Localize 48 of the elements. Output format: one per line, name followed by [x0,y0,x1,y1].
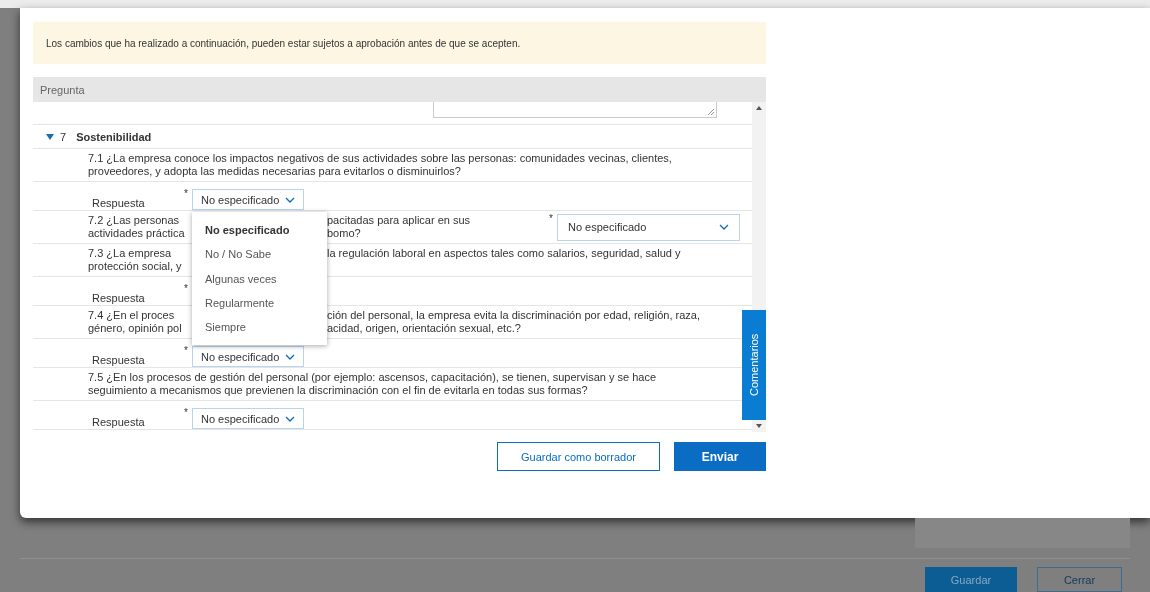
required-mark: * [184,284,189,293]
expand-toggle-icon[interactable] [46,132,54,141]
caret-icon [285,353,296,360]
scroll-up-icon[interactable] [756,106,762,110]
dropdown-option[interactable]: No especificado [192,218,327,243]
answer-dropdown[interactable]: No especificado [557,213,740,241]
caret-icon [285,196,296,203]
question-text-fragment: ción del personal, la empresa evita la discriminación por edad, religión, raza, [327,309,700,322]
scrollbar-end[interactable] [752,420,766,432]
question-text-fragment: acidad, origen, orientación sexual, etc.? [327,322,521,335]
dropdown-option[interactable]: Algunas veces [192,266,327,291]
approval-notice: Los cambios que ha realizado a continuación, pueden estar sujetos a aprobación antes de que se acepten. [33,22,766,64]
question-text: 7.1 ¿La empresa conoce los impactos negativos de sus actividades sobre las personas: comunidades vecinas, clientes, proveedores, y adopta las medidas necesarias para evitarlos o disminuirlos? [88,151,673,179]
save-draft-button[interactable]: Guardar como borrador [497,442,660,471]
answer-label: Respuesta [91,353,146,366]
comments-tab[interactable]: Comentarios [742,310,766,420]
question-text-fragment: género, opinión pol [88,322,183,335]
scroll-down-icon[interactable] [756,424,762,428]
answer-dropdown[interactable]: No especificado [192,408,305,429]
question-text-fragment: bomo? [327,227,361,240]
section-title: Sostenibilidad [76,130,152,143]
dropdown-option[interactable]: Siempre [192,314,327,339]
section-number: 7 [60,130,67,143]
question-text-fragment: protección social, y [88,260,182,273]
required-mark: * [184,346,189,355]
answer-dropdown[interactable]: No especificado [192,346,305,367]
question-text-fragment: 7.3 ¿La empresa [88,247,173,260]
answer-dropdown[interactable]: No especificado [192,189,305,210]
required-mark: * [184,189,189,198]
answer-label: Respuesta [91,415,146,428]
answer-label: Respuesta [91,291,146,304]
required-mark: * [549,213,554,223]
question-text-fragment: la regulación laboral en aspectos tales como salarios, seguridad, salud y [327,247,681,260]
answer-label: Respuesta [91,196,146,209]
submit-button[interactable]: Enviar [674,442,766,471]
question-text-fragment: actividades práctica [88,227,186,240]
question-text: 7.5 ¿En los procesos de gestión del personal (por ejemplo: ascensos, capacitación), se tienen, supervisan y se hace seguimiento a mecanismos que previenen la discriminación con el fin de evitarla en todas sus formas? [88,370,658,398]
dropdown-option[interactable]: No / No Sabe [192,242,327,267]
caret-icon [719,224,729,230]
dropdown-option[interactable]: Regularmente [192,290,327,315]
scrollbar[interactable] [752,102,766,310]
question-text-fragment: 7.4 ¿En el proces [88,309,176,322]
question-text-fragment: 7.2 ¿Las personas [88,214,181,227]
required-mark: * [184,408,189,417]
question-text-fragment: pacitadas para aplicar en sus [327,214,471,227]
resize-grip-icon[interactable] [707,108,715,116]
column-header: Pregunta [33,77,766,102]
caret-icon [285,415,296,422]
